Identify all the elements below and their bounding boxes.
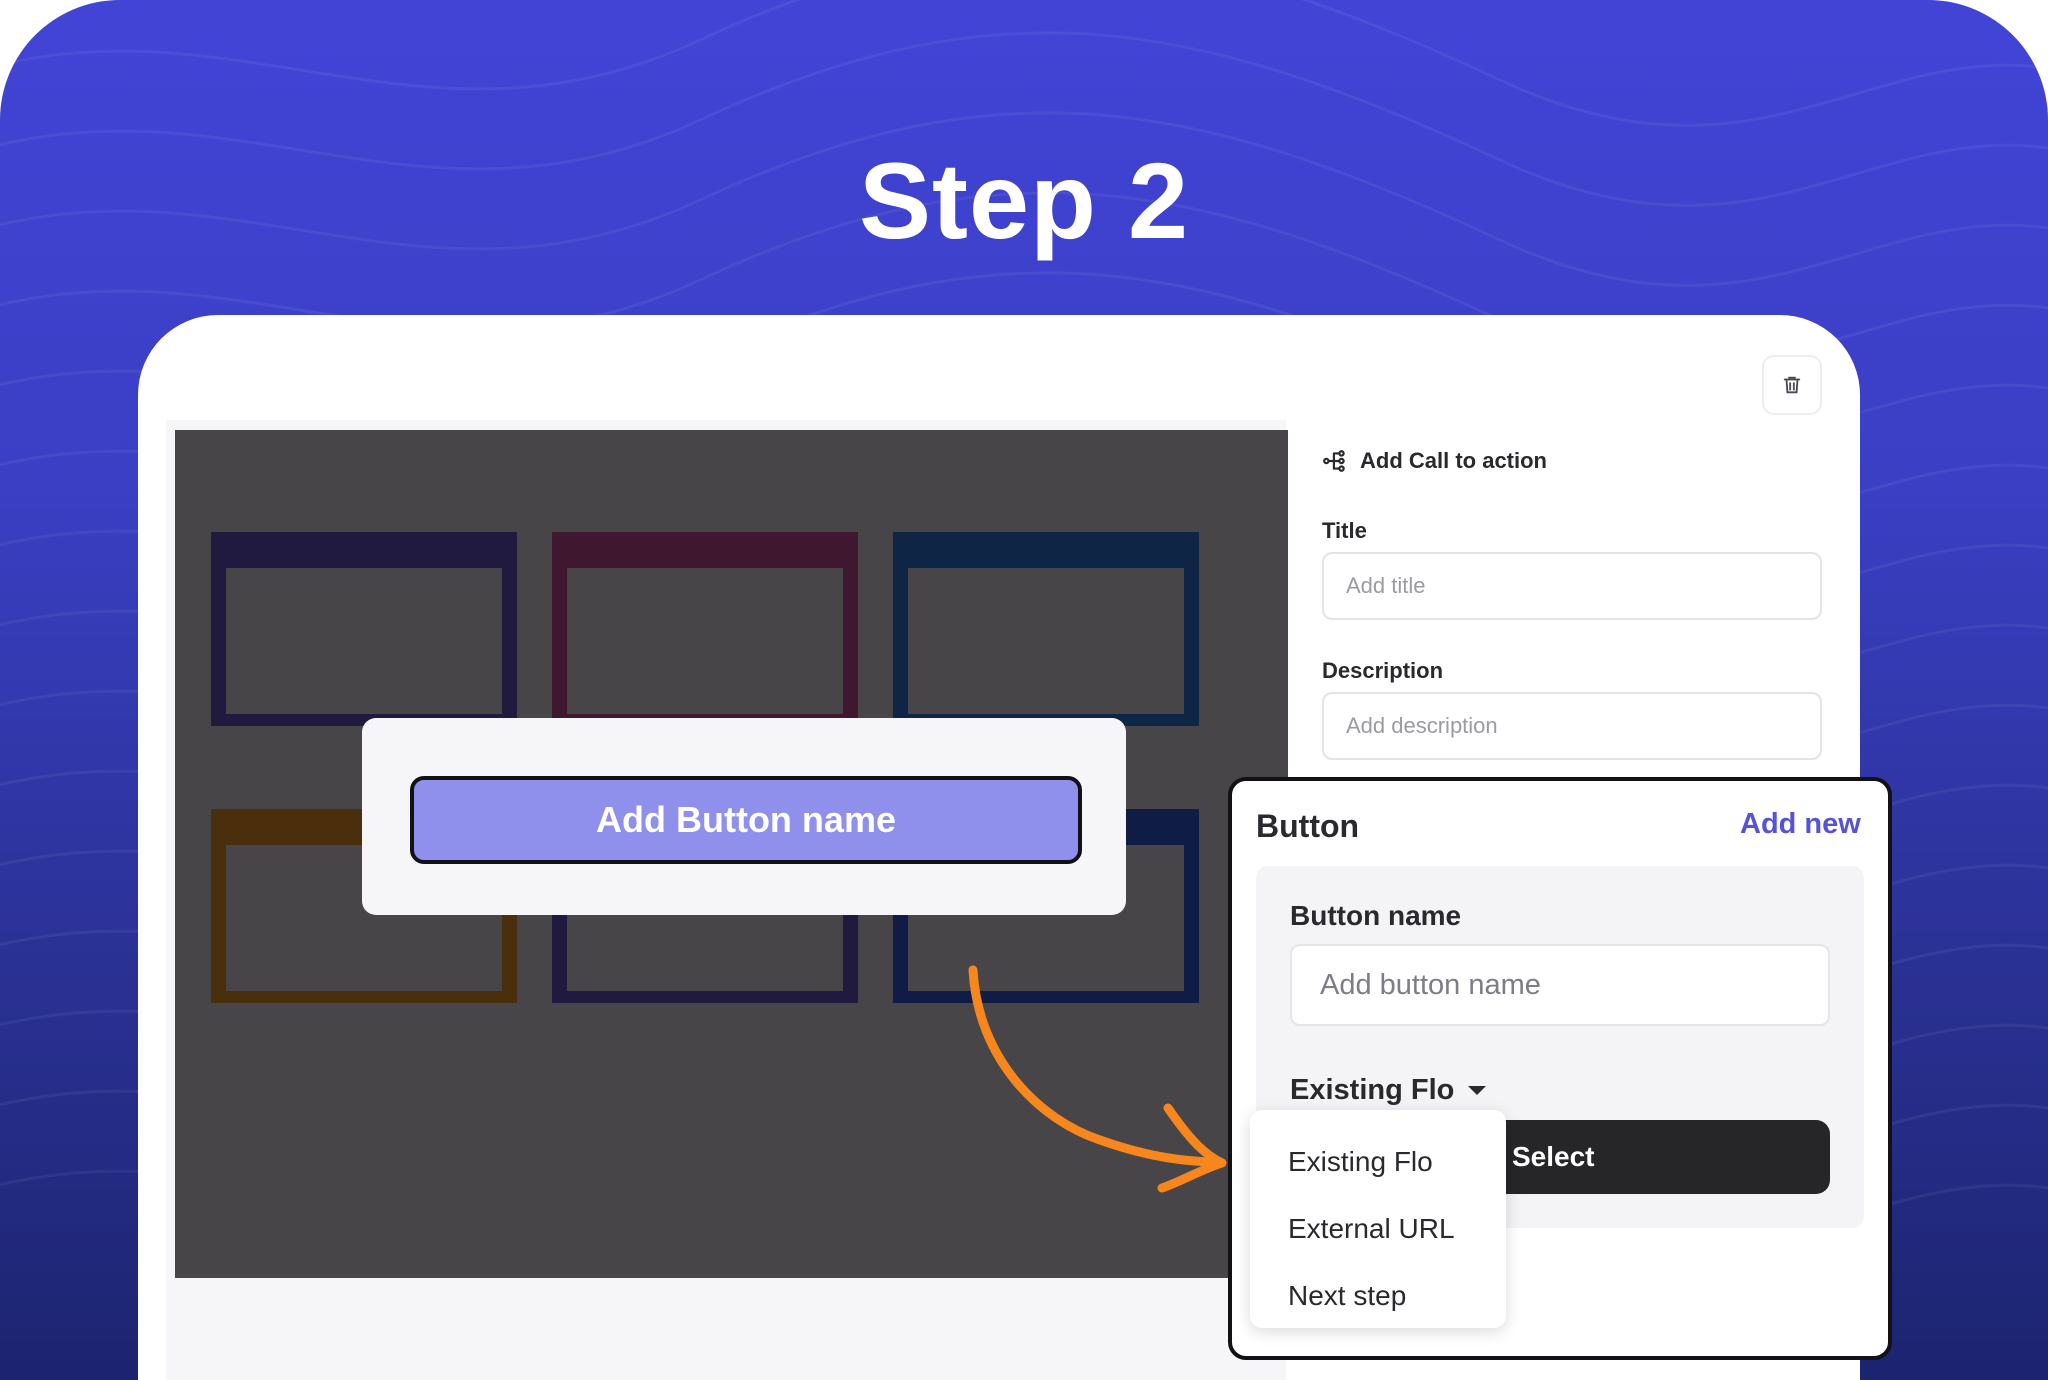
flo-type-value: Existing Flo [1290,1074,1455,1106]
button-name-label: Button name [1290,900,1462,931]
select-button-label: Select [1512,1141,1595,1172]
description-placeholder: Add description [1346,713,1498,738]
add-cta-header: Add Call to action [1322,448,1547,474]
canvas-tile [893,532,1199,726]
canvas-tile [211,532,517,726]
add-button-name-button[interactable]: Add Button name [410,776,1082,864]
title-placeholder: Add title [1346,573,1426,598]
flow-branch-icon [1323,450,1345,472]
description-input[interactable]: Add description [1322,692,1822,760]
trash-icon [1783,376,1801,394]
flo-type-dropdown: Existing Flo External URL Next step [1250,1110,1506,1328]
dropdown-option-next-step[interactable]: Next step [1250,1262,1506,1329]
title-label: Title [1322,518,1367,543]
delete-button[interactable] [1762,355,1822,415]
button-name-placeholder: Add button name [1320,968,1541,1001]
add-new-link[interactable]: Add new [1740,808,1861,841]
description-label: Description [1322,658,1444,683]
dropdown-option-external-url[interactable]: External URL [1250,1195,1506,1262]
flo-type-select[interactable]: Existing Flo [1290,1074,1488,1107]
step-title: Step 2 [858,140,1190,261]
add-cta-label: Add Call to action [1360,448,1547,473]
canvas-tile [552,532,858,726]
dropdown-option-existing-flo[interactable]: Existing Flo [1250,1128,1506,1195]
button-name-input[interactable]: Add button name [1290,944,1830,1026]
title-input[interactable]: Add title [1322,552,1822,620]
caret-down-icon [1468,1085,1487,1095]
button-card-title: Button [1256,808,1360,844]
